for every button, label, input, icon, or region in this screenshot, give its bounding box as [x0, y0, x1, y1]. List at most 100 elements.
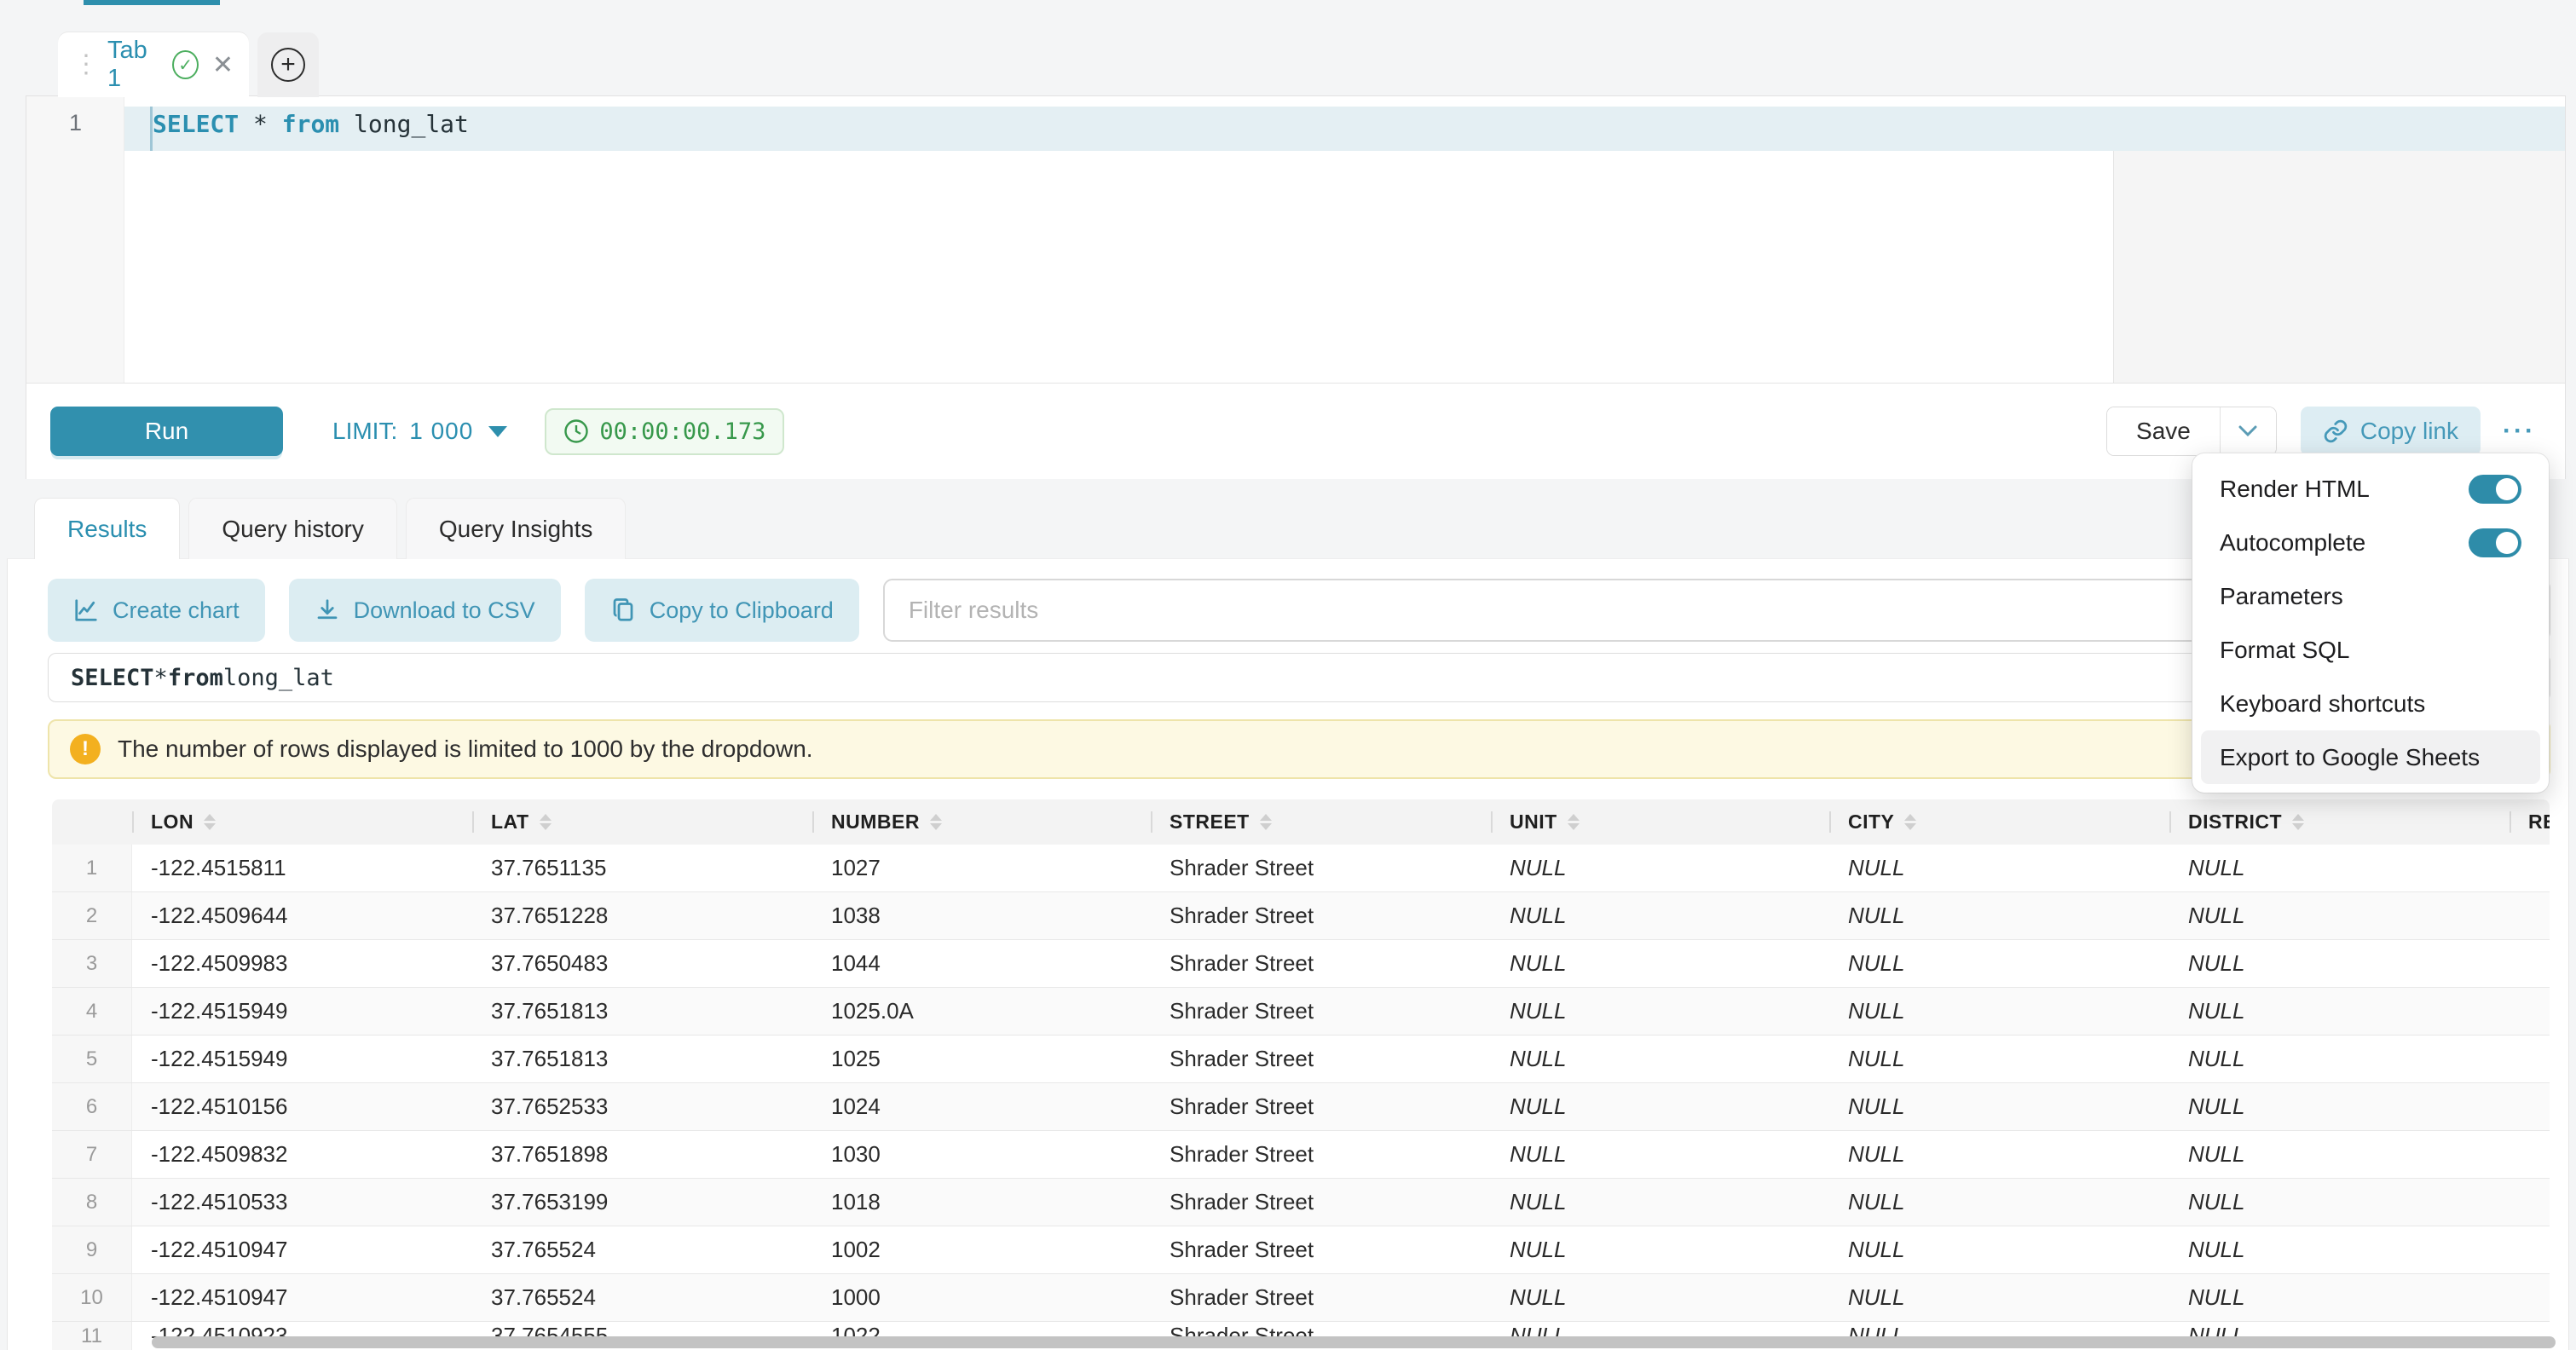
cell-region[interactable]	[2510, 1036, 2550, 1082]
cell-lat[interactable]: 37.7652533	[472, 1083, 812, 1130]
column-header-unit[interactable]: UNIT	[1491, 799, 1829, 845]
cell-number[interactable]: 1027	[812, 845, 1151, 891]
save-options-button[interactable]	[2220, 407, 2276, 455]
cell-lon[interactable]: -122.4510947	[132, 1274, 472, 1321]
cell-region[interactable]	[2510, 892, 2550, 939]
cell-city[interactable]: NULL	[1829, 1131, 2169, 1178]
cell-lat[interactable]: 37.765524	[472, 1274, 812, 1321]
cell-district[interactable]: NULL	[2169, 1036, 2510, 1082]
sort-icon[interactable]	[1568, 814, 1580, 830]
menu-item-parameters[interactable]: Parameters	[2201, 569, 2540, 623]
cell-lon[interactable]: -122.4510533	[132, 1179, 472, 1226]
cell-lat[interactable]: 37.765524	[472, 1226, 812, 1273]
column-header-region[interactable]: REGION	[2510, 799, 2550, 845]
cell-street[interactable]: Shrader Street	[1151, 1226, 1491, 1273]
cell-district[interactable]: NULL	[2169, 1131, 2510, 1178]
cell-city[interactable]: NULL	[1829, 1226, 2169, 1273]
cell-number[interactable]: 1000	[812, 1274, 1151, 1321]
cell-lat[interactable]: 37.7651135	[472, 845, 812, 891]
cell-lat[interactable]: 37.7650483	[472, 940, 812, 987]
column-header-district[interactable]: DISTRICT	[2169, 799, 2510, 845]
cell-district[interactable]: NULL	[2169, 1083, 2510, 1130]
menu-item-keyboard-shortcuts[interactable]: Keyboard shortcuts	[2201, 677, 2540, 730]
toggle-switch-on[interactable]	[2469, 528, 2521, 557]
cell-lon[interactable]: -122.4509644	[132, 892, 472, 939]
copy-link-button[interactable]: Copy link	[2301, 407, 2481, 456]
toggle-switch-on[interactable]	[2469, 475, 2521, 504]
column-header-number[interactable]: NUMBER	[812, 799, 1151, 845]
column-header-street[interactable]: STREET	[1151, 799, 1491, 845]
sort-icon[interactable]	[540, 814, 552, 830]
cell-unit[interactable]: NULL	[1491, 1226, 1829, 1273]
download-csv-button[interactable]: Download to CSV	[289, 579, 561, 642]
cell-street[interactable]: Shrader Street	[1151, 1274, 1491, 1321]
sort-icon[interactable]	[2292, 814, 2304, 830]
cell-city[interactable]: NULL	[1829, 1083, 2169, 1130]
cell-unit[interactable]: NULL	[1491, 1036, 1829, 1082]
cell-unit[interactable]: NULL	[1491, 1274, 1829, 1321]
cell-lon[interactable]: -122.4510156	[132, 1083, 472, 1130]
cell-district[interactable]: NULL	[2169, 988, 2510, 1035]
cell-lon[interactable]: -122.4515949	[132, 988, 472, 1035]
cell-city[interactable]: NULL	[1829, 845, 2169, 891]
tab-query-insights[interactable]: Query Insights	[406, 498, 627, 559]
sort-icon[interactable]	[930, 814, 942, 830]
tab-query-1[interactable]: ⋮ Tab 1 ✓ ✕	[58, 32, 249, 97]
cell-region[interactable]	[2510, 1131, 2550, 1178]
cell-city[interactable]: NULL	[1829, 1274, 2169, 1321]
cell-region[interactable]	[2510, 940, 2550, 987]
cell-number[interactable]: 1025	[812, 1036, 1151, 1082]
cell-number[interactable]: 1025.0A	[812, 988, 1151, 1035]
cell-region[interactable]	[2510, 845, 2550, 891]
cell-number[interactable]: 1024	[812, 1083, 1151, 1130]
column-header-city[interactable]: CITY	[1829, 799, 2169, 845]
cell-city[interactable]: NULL	[1829, 1036, 2169, 1082]
sort-icon[interactable]	[1904, 814, 1916, 830]
cell-lat[interactable]: 37.7651228	[472, 892, 812, 939]
sql-editor[interactable]: 1 SELECT * from long_lat	[26, 96, 2565, 383]
cell-lon[interactable]: -122.4509983	[132, 940, 472, 987]
cell-street[interactable]: Shrader Street	[1151, 988, 1491, 1035]
create-chart-button[interactable]: Create chart	[48, 579, 265, 642]
new-tab-button[interactable]: +	[257, 32, 319, 97]
cell-city[interactable]: NULL	[1829, 892, 2169, 939]
run-button[interactable]: Run	[50, 407, 283, 456]
cell-unit[interactable]: NULL	[1491, 1179, 1829, 1226]
cell-region[interactable]	[2510, 1274, 2550, 1321]
column-header-lat[interactable]: LAT	[472, 799, 812, 845]
cell-street[interactable]: Shrader Street	[1151, 845, 1491, 891]
cell-lon[interactable]: -122.4510947	[132, 1226, 472, 1273]
save-button[interactable]: Save	[2107, 407, 2220, 455]
cell-lon[interactable]: -122.4515949	[132, 1036, 472, 1082]
cell-street[interactable]: Shrader Street	[1151, 1131, 1491, 1178]
horizontal-scrollbar-thumb[interactable]	[152, 1336, 2556, 1348]
cell-number[interactable]: 1018	[812, 1179, 1151, 1226]
cell-district[interactable]: NULL	[2169, 845, 2510, 891]
cell-unit[interactable]: NULL	[1491, 892, 1829, 939]
cell-lon[interactable]: -122.4515811	[132, 845, 472, 891]
cell-unit[interactable]: NULL	[1491, 988, 1829, 1035]
cell-district[interactable]: NULL	[2169, 1274, 2510, 1321]
tab-results[interactable]: Results	[34, 498, 180, 559]
cell-lat[interactable]: 37.7651898	[472, 1131, 812, 1178]
cell-unit[interactable]: NULL	[1491, 845, 1829, 891]
cell-unit[interactable]: NULL	[1491, 940, 1829, 987]
menu-item-autocomplete[interactable]: Autocomplete	[2201, 516, 2540, 569]
cell-district[interactable]: NULL	[2169, 1179, 2510, 1226]
menu-item-export-to-google-sheets[interactable]: Export to Google Sheets	[2201, 730, 2540, 784]
limit-dropdown[interactable]: LIMIT: 1 000	[332, 418, 507, 445]
cell-city[interactable]: NULL	[1829, 940, 2169, 987]
cell-district[interactable]: NULL	[2169, 1226, 2510, 1273]
sql-code-line[interactable]: SELECT * from long_lat	[153, 110, 469, 138]
cell-street[interactable]: Shrader Street	[1151, 1179, 1491, 1226]
cell-region[interactable]	[2510, 1179, 2550, 1226]
cell-region[interactable]	[2510, 988, 2550, 1035]
cell-unit[interactable]: NULL	[1491, 1131, 1829, 1178]
tab-query-history[interactable]: Query history	[188, 498, 397, 559]
cell-district[interactable]: NULL	[2169, 892, 2510, 939]
cell-number[interactable]: 1038	[812, 892, 1151, 939]
cell-lon[interactable]: -122.4509832	[132, 1131, 472, 1178]
cell-number[interactable]: 1002	[812, 1226, 1151, 1273]
cell-street[interactable]: Shrader Street	[1151, 892, 1491, 939]
close-icon[interactable]: ✕	[212, 50, 234, 80]
